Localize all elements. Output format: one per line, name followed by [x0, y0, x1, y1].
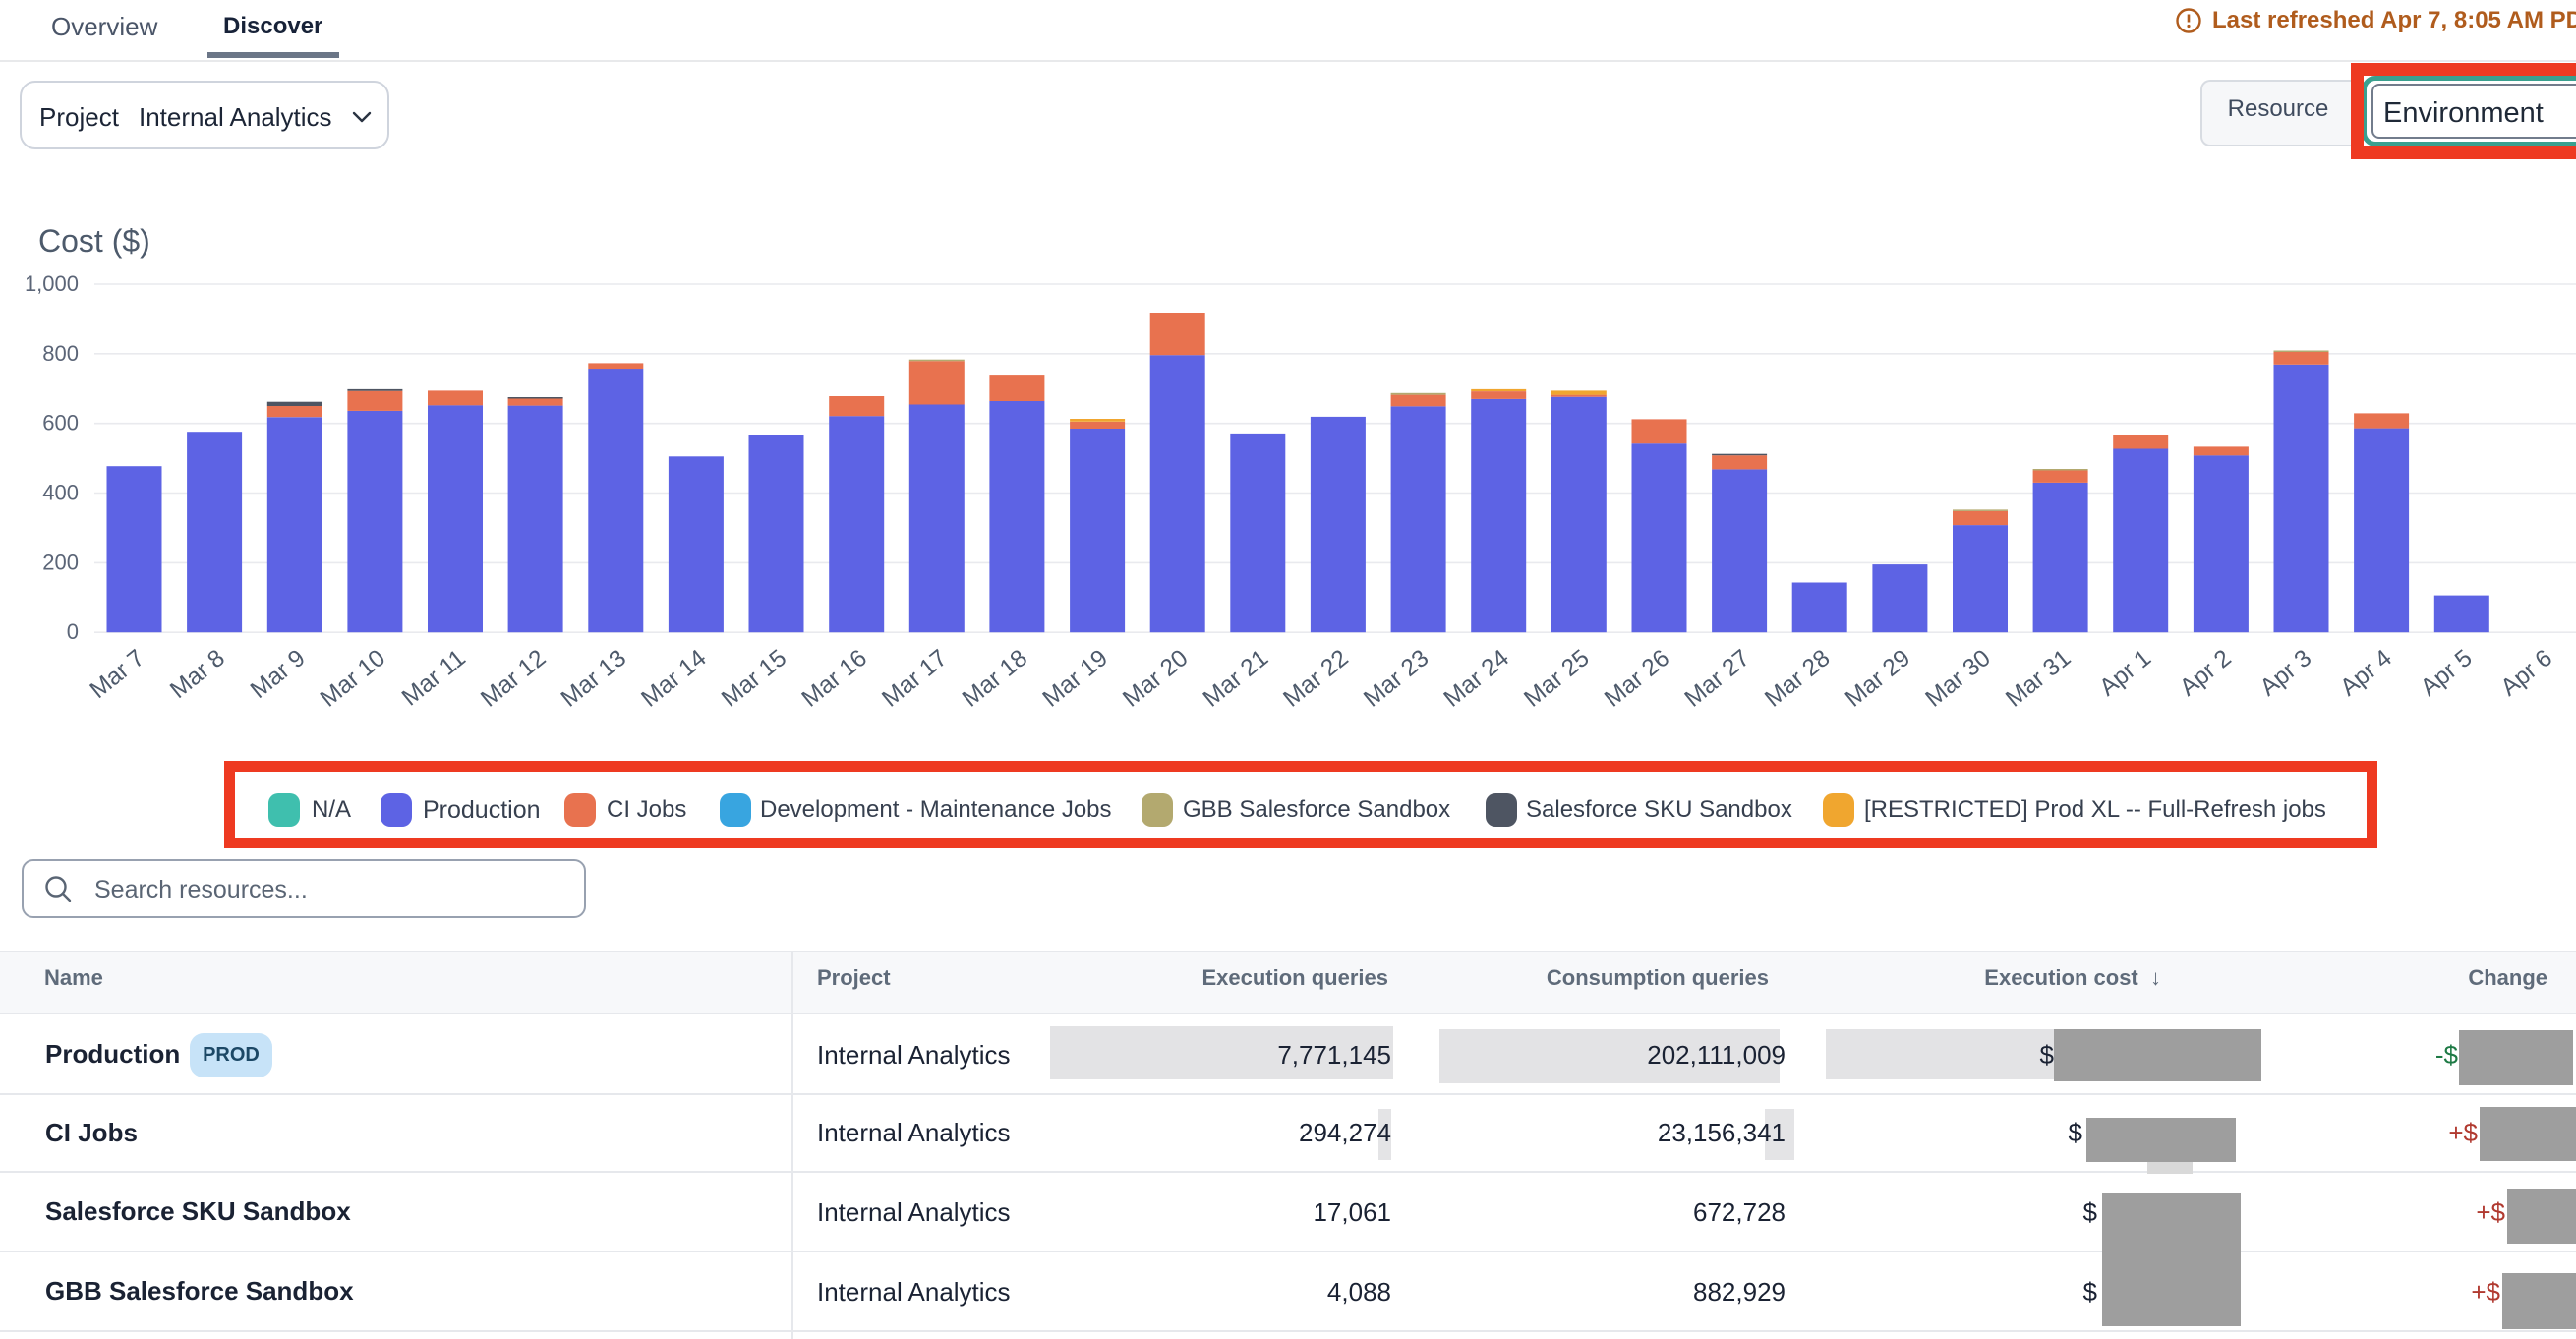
svg-text:Mar 26: Mar 26	[1600, 645, 1674, 713]
svg-text:Mar 11: Mar 11	[397, 645, 471, 712]
svg-text:Mar 29: Mar 29	[1841, 645, 1915, 713]
svg-text:800: 800	[42, 341, 79, 366]
svg-text:Apr 3: Apr 3	[2255, 645, 2317, 702]
svg-text:400: 400	[42, 481, 79, 505]
svg-text:Apr 2: Apr 2	[2175, 645, 2237, 702]
svg-text:Mar 13: Mar 13	[556, 645, 631, 713]
svg-text:Mar 20: Mar 20	[1118, 645, 1193, 713]
svg-text:600: 600	[42, 411, 79, 436]
svg-text:Mar 24: Mar 24	[1439, 645, 1514, 713]
svg-text:Mar 28: Mar 28	[1760, 645, 1835, 713]
svg-text:Mar 21: Mar 21	[1199, 645, 1273, 713]
svg-text:Apr 4: Apr 4	[2335, 645, 2397, 702]
svg-text:Mar 14: Mar 14	[636, 645, 711, 713]
svg-text:Mar 25: Mar 25	[1519, 645, 1594, 713]
svg-text:Mar 17: Mar 17	[877, 645, 952, 713]
svg-text:Apr 6: Apr 6	[2496, 645, 2558, 702]
svg-text:Apr 5: Apr 5	[2416, 645, 2478, 702]
svg-text:Mar 12: Mar 12	[476, 645, 551, 713]
svg-text:Mar 31: Mar 31	[2001, 645, 2076, 713]
svg-text:Mar 22: Mar 22	[1278, 645, 1353, 713]
svg-text:Apr 1: Apr 1	[2094, 645, 2156, 702]
svg-text:Mar 15: Mar 15	[717, 645, 791, 713]
svg-text:Mar 8: Mar 8	[165, 645, 230, 704]
svg-text:Mar 19: Mar 19	[1038, 645, 1113, 713]
svg-text:Mar 18: Mar 18	[958, 645, 1032, 713]
svg-text:Mar 23: Mar 23	[1359, 645, 1434, 713]
svg-text:Mar 9: Mar 9	[246, 645, 311, 704]
svg-text:1,000: 1,000	[25, 271, 79, 296]
svg-text:Mar 27: Mar 27	[1680, 645, 1755, 713]
svg-text:200: 200	[42, 550, 79, 574]
svg-text:Mar 10: Mar 10	[316, 645, 390, 713]
svg-text:0: 0	[67, 619, 79, 644]
svg-text:Mar 16: Mar 16	[797, 645, 872, 713]
svg-text:Mar 7: Mar 7	[86, 645, 150, 704]
svg-text:Mar 30: Mar 30	[1921, 645, 1996, 713]
